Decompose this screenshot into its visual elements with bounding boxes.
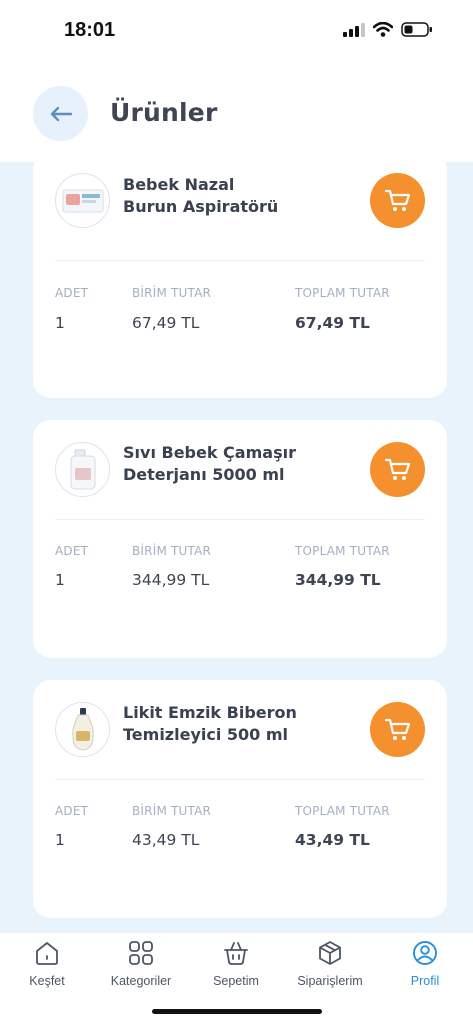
product-name-line1: Bebek Nazal: [123, 175, 235, 194]
status-icons: [343, 22, 433, 37]
product-name-line2: Temizleyici 500 ml: [123, 725, 289, 744]
grid-icon: [127, 939, 155, 967]
product-list[interactable]: Bebek Nazal Burun Aspiratörü ADET BİRİM …: [0, 162, 473, 932]
total-price-value: 344,99 TL: [295, 571, 381, 589]
total-price-label: TOPLAM TUTAR: [295, 804, 390, 818]
tab-siparislerim[interactable]: Siparişlerim: [283, 939, 377, 988]
product-image[interactable]: [55, 173, 110, 228]
add-to-cart-button[interactable]: [370, 173, 425, 228]
package-icon: [316, 939, 344, 967]
product-card: Bebek Nazal Burun Aspiratörü ADET BİRİM …: [33, 162, 447, 398]
tab-sepetim[interactable]: Sepetim: [189, 939, 283, 988]
qty-label: ADET: [55, 544, 89, 558]
product-name-line2: Burun Aspiratörü: [123, 197, 279, 216]
cart-icon: [384, 458, 410, 480]
product-name-line1: Likit Emzik Biberon: [123, 703, 297, 722]
arrow-left-icon: [50, 106, 72, 121]
product-name: Bebek Nazal Burun Aspiratörü: [123, 174, 323, 218]
qty-label: ADET: [55, 804, 89, 818]
product-card: Likit Emzik Biberon Temizleyici 500 ml A…: [33, 680, 447, 918]
product-image[interactable]: [55, 702, 110, 757]
page-title: Ürünler: [110, 98, 218, 127]
product-name-line2: Deterjanı 5000 ml: [123, 465, 285, 484]
tab-kategoriler[interactable]: Kategoriler: [94, 939, 188, 988]
divider: [55, 779, 425, 780]
tab-label: Profil: [410, 974, 440, 988]
back-button[interactable]: [33, 86, 88, 141]
qty-value: 1: [55, 571, 65, 589]
basket-icon: [222, 939, 250, 967]
tab-label: Siparişlerim: [297, 974, 363, 988]
unit-price-label: BİRİM TUTAR: [132, 544, 212, 558]
tab-label: Keşfet: [29, 974, 65, 988]
home-icon: [33, 939, 61, 967]
divider: [55, 519, 425, 520]
unit-price-value: 344,99 TL: [132, 571, 210, 589]
add-to-cart-button[interactable]: [370, 702, 425, 757]
tab-label: Sepetim: [213, 974, 259, 988]
tab-profil[interactable]: Profil: [378, 939, 472, 988]
signal-icon: [343, 22, 365, 37]
total-price-value: 67,49 TL: [295, 314, 370, 332]
status-bar: 18:01: [0, 0, 473, 62]
battery-icon: [401, 22, 432, 37]
tab-label: Kategoriler: [110, 974, 172, 988]
cart-icon: [384, 718, 410, 740]
wifi-icon: [373, 22, 393, 37]
unit-price-label: BİRİM TUTAR: [132, 286, 212, 300]
product-name: Sıvı Bebek Çamaşır Deterjanı 5000 ml: [123, 442, 323, 486]
unit-price-value: 43,49 TL: [132, 831, 200, 849]
total-price-value: 43,49 TL: [295, 831, 370, 849]
total-price-label: TOPLAM TUTAR: [295, 544, 390, 558]
qty-value: 1: [55, 831, 65, 849]
product-name-line1: Sıvı Bebek Çamaşır: [123, 443, 296, 462]
qty-label: ADET: [55, 286, 89, 300]
qty-value: 1: [55, 314, 65, 332]
header: Ürünler: [0, 62, 473, 162]
cart-icon: [384, 189, 410, 211]
total-price-label: TOPLAM TUTAR: [295, 286, 390, 300]
unit-price-label: BİRİM TUTAR: [132, 804, 212, 818]
tab-kesfet[interactable]: Keşfet: [0, 939, 94, 988]
unit-price-value: 67,49 TL: [132, 314, 200, 332]
home-indicator: [152, 1009, 322, 1014]
product-image[interactable]: [55, 442, 110, 497]
user-icon: [411, 939, 439, 967]
product-card: Sıvı Bebek Çamaşır Deterjanı 5000 ml ADE…: [33, 420, 447, 658]
status-time: 18:01: [64, 19, 116, 41]
add-to-cart-button[interactable]: [370, 442, 425, 497]
divider: [55, 260, 425, 261]
product-name: Likit Emzik Biberon Temizleyici 500 ml: [123, 702, 323, 746]
